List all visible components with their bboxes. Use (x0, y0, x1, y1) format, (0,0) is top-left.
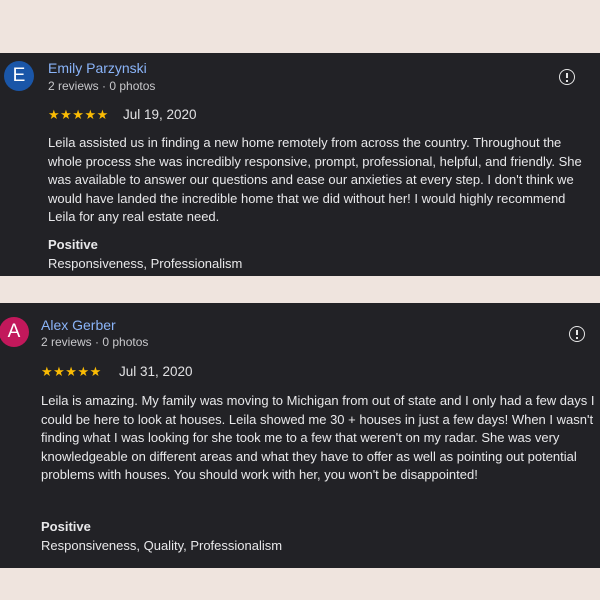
review-card: E Emily Parzynski 2 reviews · 0 photos ★… (0, 53, 600, 276)
report-icon-dot (576, 336, 578, 339)
star-rating: ★★★★★ (48, 107, 109, 122)
report-icon[interactable] (559, 69, 575, 85)
report-icon-dot (566, 79, 568, 82)
review-date: Jul 31, 2020 (119, 364, 193, 379)
category-heading: Positive (41, 519, 91, 534)
category-values: Responsiveness, Professionalism (48, 256, 243, 271)
report-icon-bar (566, 72, 568, 78)
reviewer-name-link[interactable]: Alex Gerber (41, 317, 116, 333)
review-text: Leila is amazing. My family was moving t… (41, 393, 595, 482)
review-text: Leila assisted us in finding a new home … (48, 135, 582, 224)
star-rating: ★★★★★ (41, 364, 102, 379)
review-card: A Alex Gerber 2 reviews · 0 photos ★★★★★… (0, 303, 600, 568)
review-date: Jul 19, 2020 (123, 107, 197, 122)
reviewer-name-link[interactable]: Emily Parzynski (48, 60, 147, 76)
category-values: Responsiveness, Quality, Professionalism (41, 538, 283, 553)
avatar[interactable]: E (4, 61, 34, 91)
reviewer-meta: 2 reviews · 0 photos (41, 335, 149, 349)
category-heading: Positive (48, 237, 98, 252)
reviewer-meta: 2 reviews · 0 photos (48, 79, 156, 93)
report-icon[interactable] (569, 326, 585, 342)
avatar[interactable]: A (0, 317, 29, 347)
report-icon-bar (576, 329, 578, 335)
